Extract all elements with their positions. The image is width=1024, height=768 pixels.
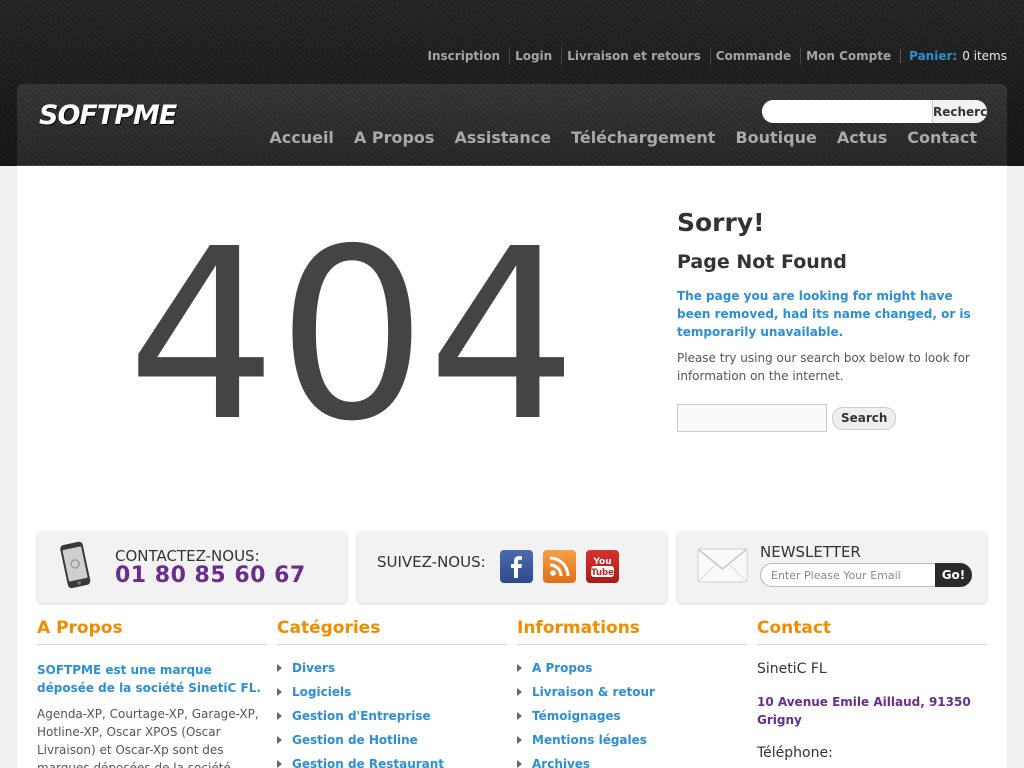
site-logo[interactable]: SOFTPME <box>39 100 177 131</box>
footer-about-heading: A Propos <box>37 618 267 645</box>
info-label: Mentions légales <box>532 733 647 747</box>
livraison-link[interactable]: Livraison et retours <box>562 47 711 65</box>
error-search-input[interactable] <box>677 404 827 432</box>
info-label: Livraison & retour <box>532 685 655 699</box>
rss-icon[interactable] <box>543 550 576 583</box>
svg-text:Tube: Tube <box>591 568 614 578</box>
error-message: The page you are looking for might have … <box>677 289 971 339</box>
info-label: A Propos <box>532 661 593 675</box>
follow-label: SUIVEZ-NOUS: <box>377 553 486 571</box>
arrow-icon <box>277 688 282 696</box>
category-label: Divers <box>292 661 336 675</box>
error-hint: Please try using our search box below to… <box>677 351 970 383</box>
footer-categories-list: Divers Logiciels Gestion d'Entreprise Ge… <box>277 661 507 768</box>
info-link-archives[interactable]: Archives <box>517 757 747 768</box>
newsletter-label: NEWSLETTER <box>760 543 861 561</box>
arrow-icon <box>517 664 522 672</box>
smartphone-icon <box>60 541 91 589</box>
svg-text:You: You <box>592 557 611 567</box>
newsletter-box: NEWSLETTER Go! <box>677 531 987 603</box>
info-link-mentions[interactable]: Mentions légales <box>517 733 747 757</box>
category-link-gestion-hotline[interactable]: Gestion de Hotline <box>277 733 507 757</box>
footer-contact-heading: Contact <box>757 618 987 645</box>
category-label: Gestion d'Entreprise <box>292 709 431 723</box>
error-search-button[interactable]: Search <box>832 406 897 430</box>
arrow-icon <box>517 712 522 720</box>
footer-about: A Propos SOFTPME est une marque déposée … <box>37 618 267 768</box>
newsletter-go-button[interactable]: Go! <box>935 563 972 587</box>
mon-compte-link[interactable]: Mon Compte <box>801 47 900 65</box>
footer-about-text: Agenda-XP, Courtage-XP, Garage-XP, Hotli… <box>37 707 259 768</box>
newsletter-email-input[interactable] <box>760 563 935 587</box>
inscription-link[interactable]: Inscription <box>423 47 511 65</box>
arrow-icon <box>517 760 522 768</box>
arrow-icon <box>277 760 282 768</box>
arrow-icon <box>277 712 282 720</box>
nav-item-telechargement[interactable]: Téléchargement <box>571 128 715 147</box>
arrow-icon <box>277 664 282 672</box>
error-subtitle: Page Not Found <box>677 251 847 273</box>
nav-item-a-propos[interactable]: A Propos <box>354 128 435 147</box>
info-link-livraison[interactable]: Livraison & retour <box>517 685 747 709</box>
error-search: Search <box>677 404 987 432</box>
cart-label: Panier: <box>909 49 958 63</box>
main-nav: Accueil A Propos Assistance Téléchargeme… <box>269 128 977 147</box>
arrow-icon <box>277 736 282 744</box>
youtube-icon[interactable]: You Tube <box>586 550 619 583</box>
category-label: Gestion de Hotline <box>292 733 418 747</box>
arrow-icon <box>517 688 522 696</box>
cart-link[interactable]: Panier: 0 items <box>900 49 1007 63</box>
info-link-temoignages[interactable]: Témoignages <box>517 709 747 733</box>
category-link-logiciels[interactable]: Logiciels <box>277 685 507 709</box>
content-area: 404 Sorry! Page Not Found The page you a… <box>17 166 1007 768</box>
category-label: Gestion de Restaurant <box>292 757 445 768</box>
arrow-icon <box>517 736 522 744</box>
header-search: Recherche <box>762 100 987 123</box>
nav-item-actus[interactable]: Actus <box>837 128 887 147</box>
nav-item-assistance[interactable]: Assistance <box>454 128 551 147</box>
category-link-gestion-restaurant[interactable]: Gestion de Restaurant <box>277 757 507 768</box>
newsletter-form: Go! <box>760 563 972 587</box>
login-link[interactable]: Login <box>510 47 563 65</box>
footer-informations: Informations A Propos Livraison & retour… <box>517 618 747 768</box>
contact-phone[interactable]: 01 80 85 60 67 <box>115 563 306 588</box>
footer-informations-heading: Informations <box>517 618 747 645</box>
cart-count: 0 items <box>962 49 1007 63</box>
header-search-button[interactable]: Recherche <box>932 100 987 123</box>
info-label: Archives <box>532 757 591 768</box>
footer-contact-name: SinetiC FL <box>757 661 827 677</box>
error-title: Sorry! <box>677 208 765 237</box>
error-code: 404 <box>126 198 578 473</box>
footer-contact: Contact SinetiC FL 10 Avenue Emile Ailla… <box>757 618 987 761</box>
envelope-icon <box>697 548 748 583</box>
top-links-bar: Inscription Login Livraison et retours C… <box>423 47 1007 65</box>
nav-item-contact[interactable]: Contact <box>907 128 977 147</box>
nav-item-boutique[interactable]: Boutique <box>735 128 816 147</box>
footer-categories-heading: Catégories <box>277 618 507 645</box>
category-label: Logiciels <box>292 685 352 699</box>
info-link-a-propos[interactable]: A Propos <box>517 661 747 685</box>
footer-contact-phone-label: Téléphone: <box>757 745 833 761</box>
error-panel: Sorry! Page Not Found The page you are l… <box>677 208 987 432</box>
follow-box: SUIVEZ-NOUS: You Tube <box>357 531 667 603</box>
facebook-icon[interactable] <box>500 550 533 583</box>
header-search-input[interactable] <box>762 100 932 123</box>
contact-box: CONTACTEZ-NOUS: 01 80 85 60 67 <box>37 531 347 603</box>
nav-bar: SOFTPME Recherche Accueil A Propos Assis… <box>17 84 1007 166</box>
footer-contact-address: 10 Avenue Emile Aillaud, 91350 Grigny <box>757 695 971 727</box>
commande-link[interactable]: Commande <box>711 47 802 65</box>
category-link-gestion-entreprise[interactable]: Gestion d'Entreprise <box>277 709 507 733</box>
footer-categories: Catégories Divers Logiciels Gestion d'En… <box>277 618 507 768</box>
category-link-divers[interactable]: Divers <box>277 661 507 685</box>
nav-item-accueil[interactable]: Accueil <box>269 128 334 147</box>
footer-informations-list: A Propos Livraison & retour Témoignages … <box>517 661 747 768</box>
footer-about-bold: SOFTPME est une marque déposée de la soc… <box>37 663 261 695</box>
info-label: Témoignages <box>532 709 621 723</box>
